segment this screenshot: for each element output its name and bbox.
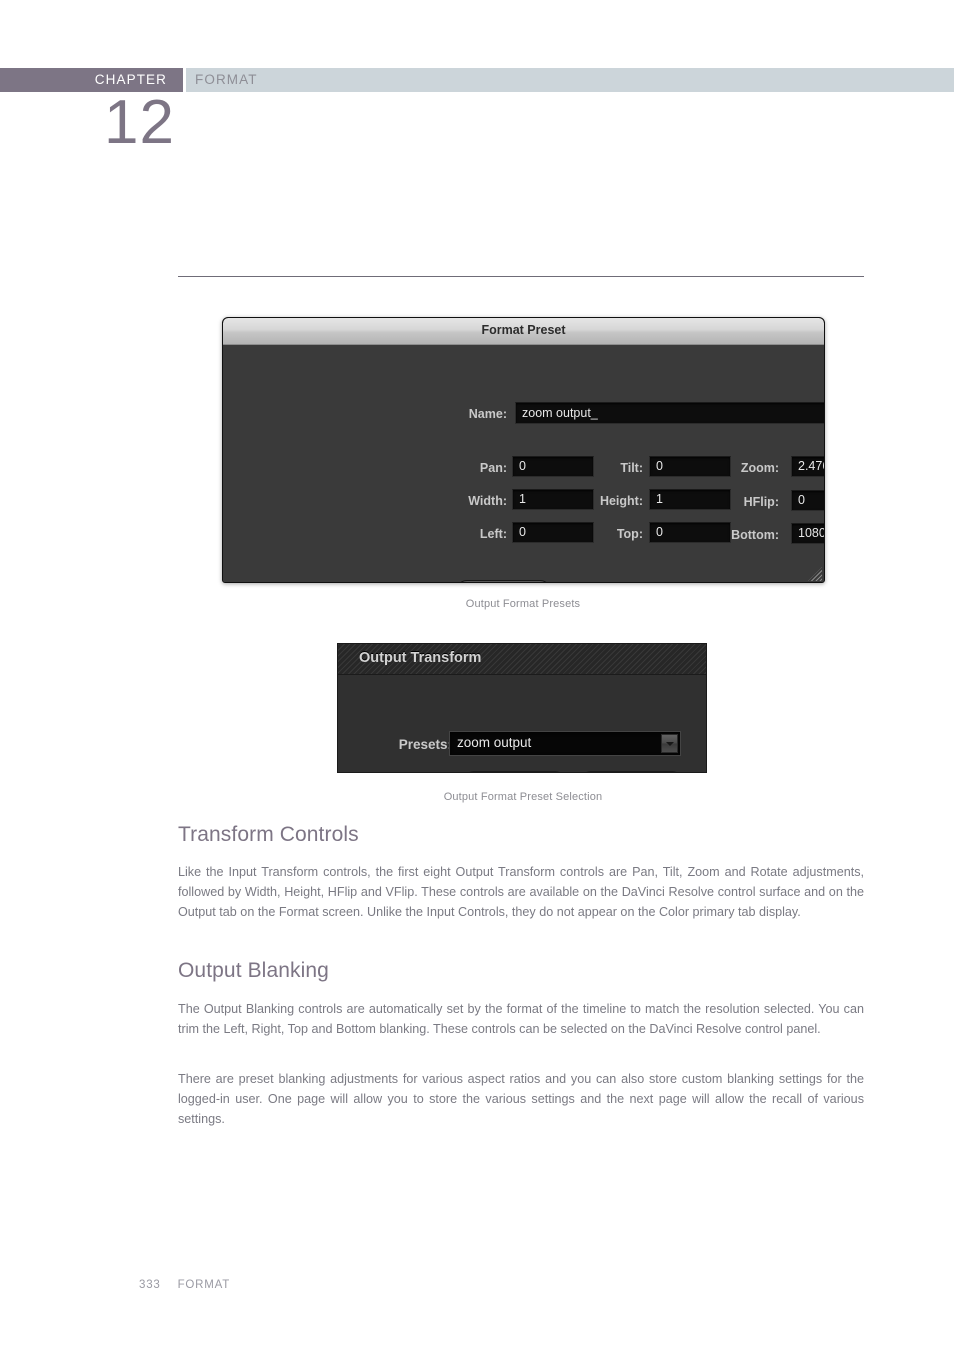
section-label: FORMAT [195,72,258,87]
tilt-label: Tilt: [620,461,643,475]
panel-body: Presets: zoom output Save As Edit [338,675,706,772]
default-button[interactable]: Default [456,580,551,582]
pan-label: Pan: [479,461,507,475]
chapter-label: CHAPTER [94,72,167,87]
hflip-label: HFlip: [743,495,779,509]
chevron-down-icon[interactable] [661,734,678,753]
chapter-number: 12 [104,88,175,157]
dialog-body: Name: zoom output_ Pan: 0 Tilt: 0 Zoom: … [223,345,824,582]
zoom-label: Zoom: [740,461,779,475]
panel-title: Output Transform [359,650,482,666]
page-footer: 333 FORMAT [139,1279,230,1291]
presets-dropdown[interactable]: zoom output [449,731,681,756]
name-input[interactable]: zoom output_ [515,402,824,424]
heading-output-blanking: Output Blanking [178,959,329,982]
right-label: Right: [813,528,824,542]
dialog-title: Format Preset [481,323,566,337]
figure-caption-preset-selection: Output Format Preset Selection [443,791,603,803]
footer-section-label: FORMAT [177,1279,231,1291]
bottom-label: Bottom: [731,528,779,542]
panel-header: Output Transform [338,644,706,675]
output-transform-panel: Output Transform Presets: zoom output Sa… [337,643,707,773]
edit-button[interactable]: Edit [580,771,683,772]
rotate-label: Rotate: [813,461,824,475]
section-label-block: FORMAT [186,68,954,92]
presets-selected-value: zoom output [457,735,532,750]
vflip-label: VFlip: [813,495,824,509]
footer-page-number: 333 [139,1279,161,1291]
presets-label: Presets: [398,737,452,752]
resize-grip-icon[interactable] [808,567,822,581]
figure-caption-format-presets: Output Format Presets [465,598,581,610]
paragraph-output-blanking-1: The Output Blanking controls are automat… [178,1002,864,1036]
width-label: Width: [468,494,507,508]
paragraph-transform-controls: Like the Input Transform controls, the f… [178,865,864,919]
format-preset-dialog: Format Preset Name: zoom output_ Pan: 0 … [222,317,825,583]
name-label: Name: [468,407,507,421]
paragraph-output-blanking-2: There are preset blanking adjustments fo… [178,1072,864,1126]
top-label: Top: [616,527,643,541]
height-label: Height: [599,494,643,508]
dialog-titlebar[interactable]: Format Preset [223,318,824,345]
left-label: Left: [479,527,507,541]
heading-transform-controls: Transform Controls [178,823,359,846]
save-as-button[interactable]: Save As [463,771,566,772]
content-divider [178,276,864,277]
